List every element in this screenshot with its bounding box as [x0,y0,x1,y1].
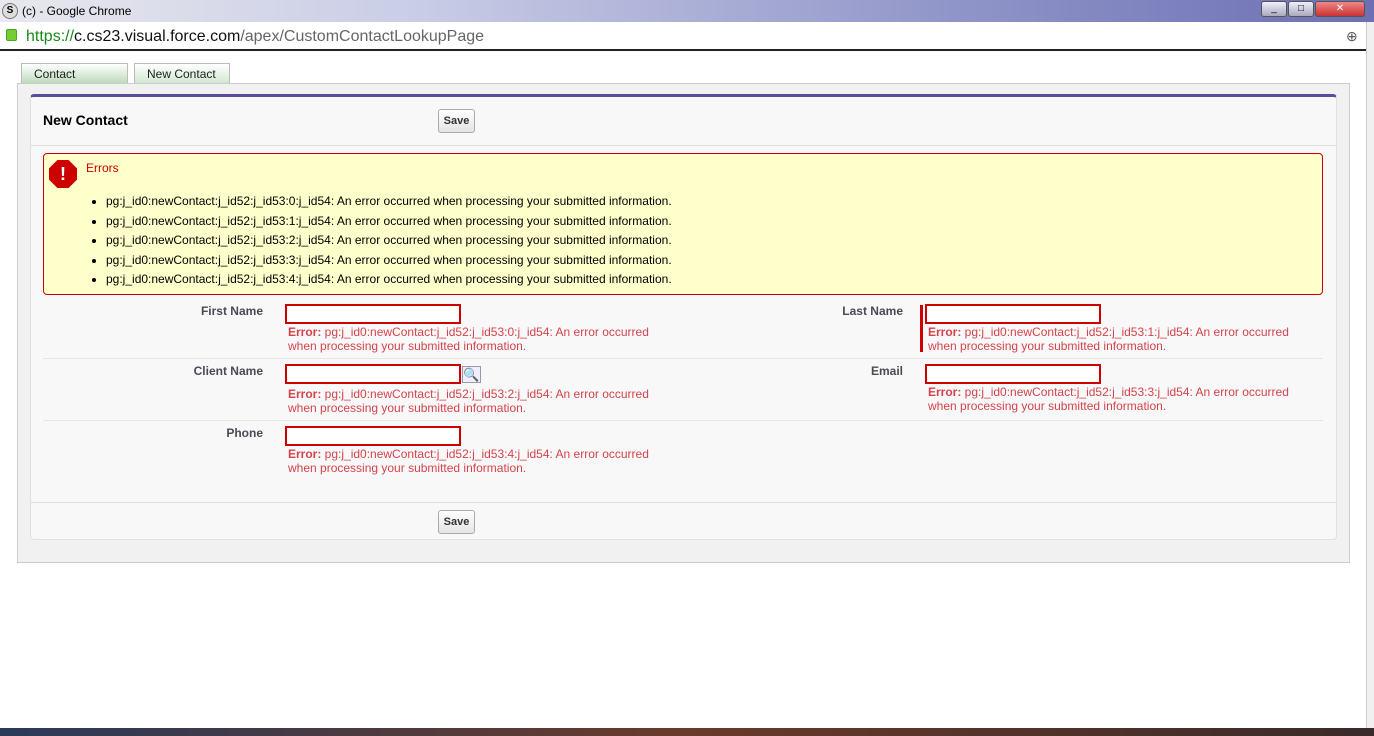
divider [31,502,1336,503]
error-item: pg:j_id0:newContact:j_id52:j_id53:4:j_id… [106,272,672,292]
error-item: pg:j_id0:newContact:j_id52:j_id53:1:j_id… [106,214,672,234]
row-divider [43,420,1323,421]
email-input[interactable] [925,364,1101,384]
taskbar [0,728,1374,736]
last-name-error: Error: pg:j_id0:newContact:j_id52:j_id53… [928,325,1289,353]
minimize-button[interactable]: _ [1261,1,1287,17]
last-name-input[interactable] [925,304,1101,324]
lock-icon [6,29,17,41]
last-name-label: Last Name [842,304,903,318]
favicon-icon: S [2,3,18,19]
maximize-button[interactable]: □ [1288,1,1314,17]
first-name-label: First Name [200,304,263,318]
client-name-label: Client Name [193,364,263,378]
window-title: (c) - Google Chrome [22,4,132,18]
address-bar[interactable]: https://c.cs23.visual.force.com/apex/Cus… [0,22,1366,51]
error-item: pg:j_id0:newContact:j_id52:j_id53:3:j_id… [106,253,672,273]
save-button-bottom[interactable]: Save [438,510,475,534]
email-error: Error: pg:j_id0:newContact:j_id52:j_id53… [928,385,1289,413]
tab-new-contact[interactable]: New Contact [134,63,230,84]
close-window-button[interactable]: ✕ [1315,1,1365,17]
save-button-top[interactable]: Save [438,109,475,133]
errors-title: Errors [86,161,119,175]
error-item: pg:j_id0:newContact:j_id52:j_id53:2:j_id… [106,233,672,253]
row-divider [43,358,1323,359]
url-text[interactable]: https://c.cs23.visual.force.com/apex/Cus… [26,28,484,46]
first-name-error: Error: pg:j_id0:newContact:j_id52:j_id53… [288,325,649,353]
required-indicator [920,305,923,352]
client-name-input[interactable] [285,364,461,384]
scrollbar[interactable] [1366,22,1374,728]
tab-contact-search[interactable]: Contact Search [21,63,128,95]
window-titlebar: S (c) - Google Chrome _ □ ✕ [0,0,1374,22]
error-item: pg:j_id0:newContact:j_id52:j_id53:0:j_id… [106,194,672,214]
phone-error: Error: pg:j_id0:newContact:j_id52:j_id53… [288,447,649,475]
error-list: pg:j_id0:newContact:j_id52:j_id53:0:j_id… [90,194,672,292]
phone-label: Phone [226,426,263,440]
phone-input[interactable] [285,426,461,446]
page-title: New Contact [43,112,128,128]
client-name-error: Error: pg:j_id0:newContact:j_id52:j_id53… [288,387,649,415]
divider [31,145,1336,146]
first-name-input[interactable] [285,304,461,324]
zoom-icon[interactable]: ⊕ [1346,28,1358,45]
lookup-search-icon[interactable]: 🔍 [462,366,481,383]
email-label: Email [870,364,903,378]
